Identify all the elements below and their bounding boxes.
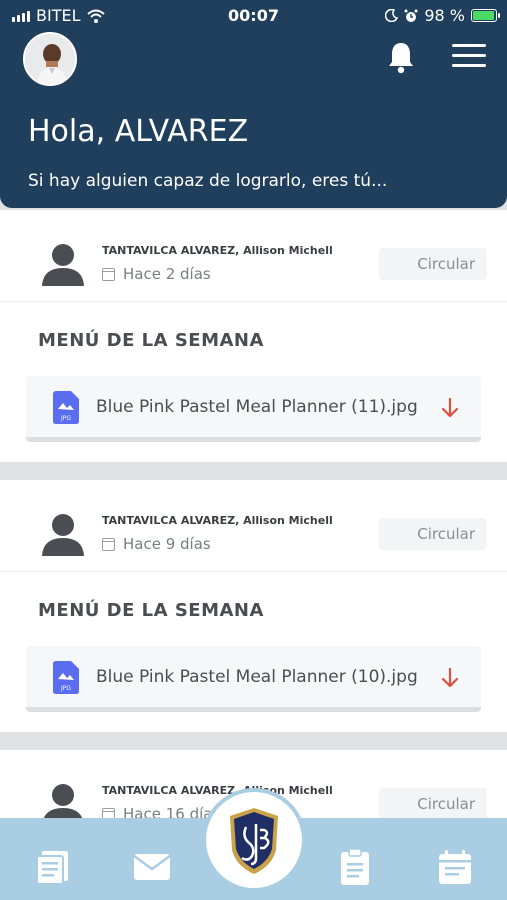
- school-logo-icon[interactable]: [206, 792, 302, 888]
- bell-icon[interactable]: [386, 40, 416, 74]
- post-date: Hace 2 días: [102, 265, 211, 283]
- post-header: TANTAVILCA ALVAREZ, Allison Michell Hace…: [0, 480, 507, 572]
- download-arrow-icon[interactable]: [440, 396, 460, 420]
- post-header: TANTAVILCA ALVAREZ, Allison Michell Hace…: [0, 210, 507, 302]
- hamburger-menu-icon[interactable]: [452, 44, 486, 70]
- post-title: MENÚ DE LA SEMANA: [38, 330, 264, 351]
- moon-icon: [385, 9, 399, 22]
- attachment-row[interactable]: JPG Blue Pink Pastel Meal Planner (10).j…: [26, 646, 481, 712]
- person-icon: [42, 244, 84, 286]
- app-header: BITEL 00:07 98 % Hola, ALVAREZ Si hay al…: [0, 0, 507, 208]
- post-card: TANTAVILCA ALVAREZ, Allison Michell Hace…: [0, 480, 507, 732]
- attachment-name: Blue Pink Pastel Meal Planner (11).jpg: [96, 397, 418, 417]
- post-category-tag: Circular: [379, 788, 487, 820]
- user-name: ALVAREZ: [114, 114, 249, 149]
- news-icon[interactable]: [34, 848, 72, 886]
- post-date-label: Hace 9 días: [123, 535, 211, 553]
- motivational-message: Si hay alguien capaz de lograrlo, eres t…: [28, 171, 388, 191]
- calendar-icon: [102, 537, 115, 551]
- battery-percent: 98 %: [424, 6, 465, 25]
- greeting-label: Hola,: [28, 114, 106, 149]
- calendar-icon: [102, 267, 115, 281]
- post-category-tag: Circular: [379, 248, 487, 280]
- attachment-row[interactable]: JPG Blue Pink Pastel Meal Planner (11).j…: [26, 376, 481, 442]
- svg-text:JPG: JPG: [60, 415, 71, 422]
- post-title: MENÚ DE LA SEMANA: [38, 600, 264, 621]
- post-author: TANTAVILCA ALVAREZ, Allison Michell: [102, 244, 333, 257]
- status-bar: BITEL 00:07 98 %: [0, 0, 507, 32]
- post-date: Hace 9 días: [102, 535, 211, 553]
- jpg-file-icon: JPG: [53, 661, 79, 694]
- mail-icon[interactable]: [133, 848, 171, 886]
- greeting-heading: Hola, ALVAREZ: [28, 114, 248, 149]
- user-avatar[interactable]: [23, 32, 77, 86]
- svg-text:JPG: JPG: [60, 685, 71, 692]
- person-icon: [42, 514, 84, 556]
- clipboard-icon[interactable]: [336, 848, 374, 886]
- attachment-name: Blue Pink Pastel Meal Planner (10).jpg: [96, 667, 418, 687]
- alarm-clock-icon: [404, 9, 418, 22]
- post-category-tag: Circular: [379, 518, 487, 550]
- download-arrow-icon[interactable]: [440, 666, 460, 690]
- jpg-file-icon: JPG: [53, 391, 79, 424]
- battery-icon: [471, 9, 500, 22]
- calendar-icon[interactable]: [436, 848, 474, 886]
- post-author: TANTAVILCA ALVAREZ, Allison Michell: [102, 514, 333, 527]
- post-date-label: Hace 2 días: [123, 265, 211, 283]
- post-card: TANTAVILCA ALVAREZ, Allison Michell Hace…: [0, 210, 507, 462]
